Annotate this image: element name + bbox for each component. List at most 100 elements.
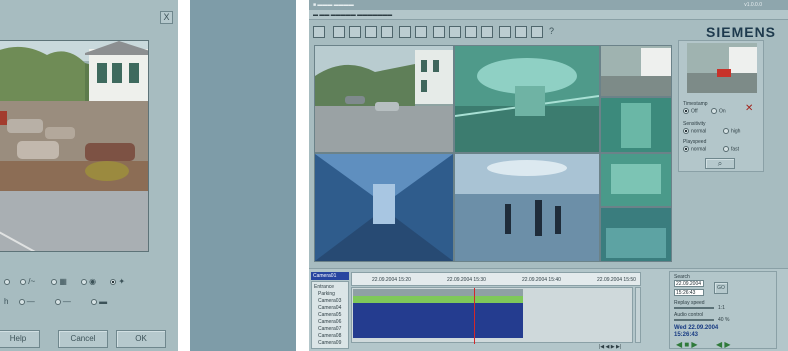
replay-value: 1:1: [718, 305, 725, 311]
option-row-2: h — — ▬: [4, 297, 107, 306]
tick-label: 22.09.2004 15:30: [447, 277, 486, 283]
time-field[interactable]: 15:26:43: [674, 289, 704, 296]
search-button[interactable]: ⌕: [705, 158, 735, 169]
playspeed-fast-radio[interactable]: fast: [723, 146, 739, 152]
camera-view-6[interactable]: [455, 154, 599, 261]
transport-buttons[interactable]: ◀ ■ ▶: [676, 340, 698, 349]
track-scrollbar[interactable]: [635, 287, 641, 343]
save-icon[interactable]: [433, 26, 445, 38]
step-buttons[interactable]: ◀ ▶: [716, 340, 731, 349]
sensitivity-label: Sensitivity: [683, 121, 706, 127]
tree-item[interactable]: Camera06: [318, 319, 341, 325]
tree-item[interactable]: Camera04: [318, 305, 341, 311]
option-radio-2[interactable]: /~: [20, 277, 35, 286]
track-bar: [353, 331, 523, 338]
help-icon[interactable]: ?: [549, 26, 561, 38]
camera-view-5[interactable]: [315, 154, 453, 261]
playback-controls: Search 22.09.2004 15:26:43 GO Replay spe…: [669, 271, 777, 349]
tick-label: 22.09.2004 15:20: [372, 277, 411, 283]
timestamp-off-radio[interactable]: Off: [683, 108, 698, 114]
line-radio-2[interactable]: —: [18, 297, 35, 306]
sensitivity-normal-radio[interactable]: normal: [683, 128, 706, 134]
timeline-panel: Camera01 Entrance Parking Camera03 Camer…: [309, 268, 788, 351]
alarm-icon[interactable]: [381, 26, 393, 38]
cancel-button[interactable]: Cancel: [58, 330, 108, 348]
camera-view-1[interactable]: [315, 46, 453, 152]
tree-item[interactable]: Camera08: [318, 333, 341, 339]
line-radio-1[interactable]: h: [4, 297, 8, 306]
option-radio-4[interactable]: ◉: [81, 277, 96, 286]
ok-button[interactable]: OK: [116, 330, 166, 348]
timestamp-on-radio[interactable]: On: [711, 108, 726, 114]
audio-value: 40 %: [718, 317, 730, 323]
monitor-icon[interactable]: [465, 26, 477, 38]
brand-logo: SIEMENS: [706, 24, 777, 40]
tick-label: 22.09.2004 15:40: [522, 277, 561, 283]
edit-icon[interactable]: [333, 26, 345, 38]
tree-item[interactable]: Camera03: [318, 298, 341, 304]
current-date: Wed 22.09.2004: [674, 325, 719, 331]
camera-tree: Entrance Parking Camera03 Camera04 Camer…: [311, 281, 349, 349]
blank-panel: [190, 0, 296, 351]
track-bar: [353, 296, 523, 303]
camera-view-8[interactable]: [601, 208, 671, 261]
tool-icon-2[interactable]: [515, 26, 527, 38]
timestamp-label: Timestamp: [683, 101, 708, 107]
track-bar: [353, 317, 523, 324]
camera-view-4[interactable]: [601, 98, 671, 152]
option-row-1: /~ ▦ ◉ ✦: [4, 277, 125, 286]
zoom-controls[interactable]: |◀ ◀ ▶ ▶|: [599, 344, 621, 350]
folder-icon[interactable]: [481, 26, 493, 38]
date-field[interactable]: 22.09.2004: [674, 280, 704, 287]
preview-image: [0, 40, 149, 252]
time-ruler[interactable]: 22.09.2004 15:20 22.09.2004 15:30 22.09.…: [351, 272, 641, 286]
delete-icon[interactable]: ✕: [745, 103, 753, 114]
layout-icon[interactable]: [313, 26, 325, 38]
camera-select[interactable]: Camera01: [311, 272, 349, 280]
camera-view-7[interactable]: [601, 154, 671, 206]
info-icon[interactable]: [399, 26, 411, 38]
track-bar: [353, 289, 523, 296]
print-icon[interactable]: [449, 26, 461, 38]
tool-icon-1[interactable]: [499, 26, 511, 38]
tool-icon-3[interactable]: [531, 26, 543, 38]
menu-bar: ▬ ▬▬ ▬▬▬▬▬ ▬▬▬▬▬▬▬: [309, 10, 788, 20]
playhead[interactable]: [474, 288, 475, 344]
window-title: ■ ▬▬▬ ▬▬▬▬: [313, 2, 354, 8]
video-grid: [314, 45, 672, 262]
help-button[interactable]: Help: [0, 330, 40, 348]
playspeed-normal-radio[interactable]: normal: [683, 146, 706, 152]
tick-label: 22.09.2004 15:50: [597, 277, 636, 283]
option-radio-1[interactable]: [4, 277, 12, 286]
line-radio-4[interactable]: ▬: [91, 297, 107, 306]
settings-dialog: X /~ ▦ ◉ ✦ h — — ▬ Help Cancel OK: [0, 0, 178, 351]
audio-slider[interactable]: [674, 319, 714, 321]
tree-item[interactable]: Camera07: [318, 326, 341, 332]
close-button[interactable]: X: [160, 11, 173, 24]
title-bar: ■ ▬▬▬ ▬▬▬▬ v1.0.0.0: [309, 0, 788, 10]
close-icon: X: [163, 12, 170, 22]
replay-slider[interactable]: [674, 307, 714, 309]
line-radio-3[interactable]: —: [54, 297, 71, 306]
camera-thumbnail: [687, 43, 757, 93]
go-button[interactable]: GO: [714, 282, 728, 294]
export-icon[interactable]: [415, 26, 427, 38]
grid-icon[interactable]: [365, 26, 377, 38]
side-panel: Timestamp Off On ✕ Sensitivity normal hi…: [678, 40, 764, 172]
recording-tracks[interactable]: [351, 287, 633, 344]
camera-icon[interactable]: [349, 26, 361, 38]
sensitivity-high-radio[interactable]: high: [723, 128, 740, 134]
track-bar: [353, 303, 523, 310]
tree-item[interactable]: Parking: [318, 291, 335, 297]
option-radio-3[interactable]: ▦: [51, 277, 67, 286]
tree-item[interactable]: Entrance: [314, 284, 334, 290]
audio-label: Audio control: [674, 312, 704, 318]
option-radio-5[interactable]: ✦: [110, 277, 125, 286]
playspeed-label: Playspeed: [683, 139, 707, 145]
tree-item[interactable]: Camera05: [318, 312, 341, 318]
camera-view-2[interactable]: [455, 46, 599, 152]
tree-item[interactable]: Camera09: [318, 340, 341, 346]
menu-items[interactable]: ▬ ▬▬ ▬▬▬▬▬ ▬▬▬▬▬▬▬: [313, 12, 392, 18]
camera-view-3[interactable]: [601, 46, 671, 96]
track-bar: [353, 324, 523, 331]
